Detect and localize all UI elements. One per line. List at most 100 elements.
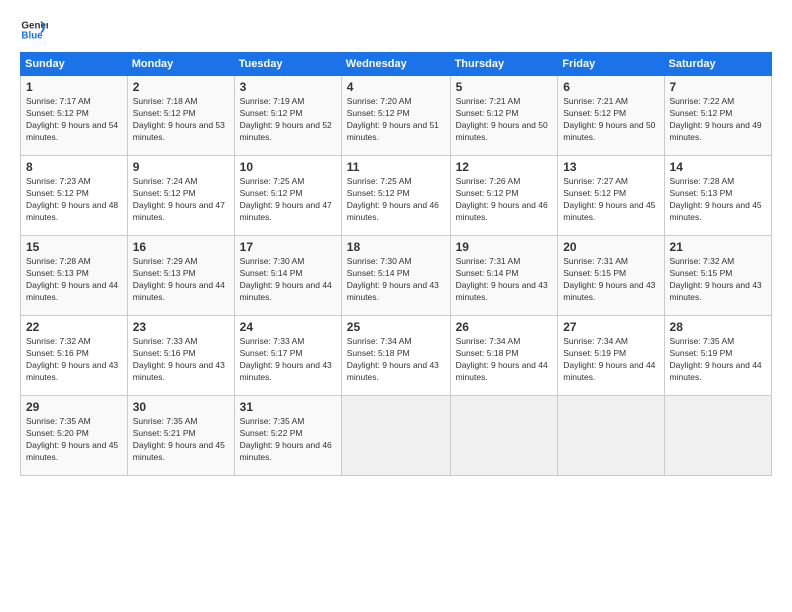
day-info: Sunrise: 7:33 AMSunset: 5:17 PMDaylight:… [240, 336, 336, 384]
calendar-cell: 25 Sunrise: 7:34 AMSunset: 5:18 PMDayligh… [341, 316, 450, 396]
calendar-cell: 20 Sunrise: 7:31 AMSunset: 5:15 PMDayligh… [558, 236, 664, 316]
day-number: 7 [670, 80, 766, 94]
day-number: 25 [347, 320, 445, 334]
calendar-cell: 26Sunrise: 7:34 AMSunset: 5:18 PMDayligh… [450, 316, 558, 396]
calendar-cell: 5 Sunrise: 7:21 AMSunset: 5:12 PMDaylight… [450, 76, 558, 156]
calendar-header-row: SundayMondayTuesdayWednesdayThursdayFrid… [21, 53, 772, 76]
calendar-week-row: 15 Sunrise: 7:28 AMSunset: 5:13 PMDayligh… [21, 236, 772, 316]
calendar-header-friday: Friday [558, 53, 664, 76]
day-number: 6 [563, 80, 658, 94]
day-info: Sunrise: 7:22 AMSunset: 5:12 PMDaylight:… [670, 96, 766, 144]
day-info: Sunrise: 7:35 AMSunset: 5:19 PMDaylight:… [670, 336, 766, 384]
day-info: Sunrise: 7:26 AMSunset: 5:12 PMDaylight:… [456, 176, 553, 224]
day-info: Sunrise: 7:35 AMSunset: 5:20 PMDaylight:… [26, 416, 122, 464]
day-info: Sunrise: 7:28 AMSunset: 5:13 PMDaylight:… [26, 256, 122, 304]
calendar-cell: 22 Sunrise: 7:32 AMSunset: 5:16 PMDayligh… [21, 316, 128, 396]
day-number: 15 [26, 240, 122, 254]
day-number: 22 [26, 320, 122, 334]
calendar-cell: 2Sunrise: 7:18 AMSunset: 5:12 PMDaylight… [127, 76, 234, 156]
header: General Blue [20, 16, 772, 44]
day-number: 9 [133, 160, 229, 174]
calendar-header-thursday: Thursday [450, 53, 558, 76]
day-info: Sunrise: 7:21 AMSunset: 5:12 PMDaylight:… [456, 96, 553, 144]
calendar-week-row: 29Sunrise: 7:35 AMSunset: 5:20 PMDayligh… [21, 396, 772, 476]
day-info: Sunrise: 7:32 AMSunset: 5:16 PMDaylight:… [26, 336, 122, 384]
calendar-cell: 8 Sunrise: 7:23 AMSunset: 5:12 PMDaylight… [21, 156, 128, 236]
day-number: 17 [240, 240, 336, 254]
calendar-cell: 13 Sunrise: 7:27 AMSunset: 5:12 PMDayligh… [558, 156, 664, 236]
calendar-cell: 30Sunrise: 7:35 AMSunset: 5:21 PMDayligh… [127, 396, 234, 476]
calendar-cell: 10 Sunrise: 7:25 AMSunset: 5:12 PMDayligh… [234, 156, 341, 236]
day-info: Sunrise: 7:34 AMSunset: 5:19 PMDaylight:… [563, 336, 658, 384]
calendar-cell: 31Sunrise: 7:35 AMSunset: 5:22 PMDayligh… [234, 396, 341, 476]
calendar-cell [664, 396, 771, 476]
calendar-cell: 1 Sunrise: 7:17 AMSunset: 5:12 PMDaylight… [21, 76, 128, 156]
day-number: 5 [456, 80, 553, 94]
day-number: 1 [26, 80, 122, 94]
calendar-cell: 9 Sunrise: 7:24 AMSunset: 5:12 PMDaylight… [127, 156, 234, 236]
calendar-header-sunday: Sunday [21, 53, 128, 76]
day-number: 27 [563, 320, 658, 334]
calendar-header-monday: Monday [127, 53, 234, 76]
day-info: Sunrise: 7:27 AMSunset: 5:12 PMDaylight:… [563, 176, 658, 224]
calendar-cell: 12 Sunrise: 7:26 AMSunset: 5:12 PMDayligh… [450, 156, 558, 236]
calendar-page: General Blue SundayMondayTuesdayWednesda… [0, 0, 792, 612]
day-info: Sunrise: 7:23 AMSunset: 5:12 PMDaylight:… [26, 176, 122, 224]
day-info: Sunrise: 7:31 AMSunset: 5:14 PMDaylight:… [456, 256, 553, 304]
day-number: 28 [670, 320, 766, 334]
day-info: Sunrise: 7:35 AMSunset: 5:21 PMDaylight:… [133, 416, 229, 464]
calendar-table: SundayMondayTuesdayWednesdayThursdayFrid… [20, 52, 772, 476]
logo-icon: General Blue [20, 16, 48, 44]
calendar-cell: 15 Sunrise: 7:28 AMSunset: 5:13 PMDayligh… [21, 236, 128, 316]
day-info: Sunrise: 7:31 AMSunset: 5:15 PMDaylight:… [563, 256, 658, 304]
day-number: 18 [347, 240, 445, 254]
calendar-cell: 24 Sunrise: 7:33 AMSunset: 5:17 PMDayligh… [234, 316, 341, 396]
calendar-cell: 3 Sunrise: 7:19 AMSunset: 5:12 PMDaylight… [234, 76, 341, 156]
day-info: Sunrise: 7:32 AMSunset: 5:15 PMDaylight:… [670, 256, 766, 304]
calendar-cell: 16Sunrise: 7:29 AMSunset: 5:13 PMDayligh… [127, 236, 234, 316]
calendar-cell: 23 Sunrise: 7:33 AMSunset: 5:16 PMDayligh… [127, 316, 234, 396]
calendar-cell: 14 Sunrise: 7:28 AMSunset: 5:13 PMDayligh… [664, 156, 771, 236]
logo: General Blue [20, 16, 52, 44]
day-info: Sunrise: 7:17 AMSunset: 5:12 PMDaylight:… [26, 96, 122, 144]
day-number: 10 [240, 160, 336, 174]
day-info: Sunrise: 7:19 AMSunset: 5:12 PMDaylight:… [240, 96, 336, 144]
calendar-cell: 17 Sunrise: 7:30 AMSunset: 5:14 PMDayligh… [234, 236, 341, 316]
day-number: 12 [456, 160, 553, 174]
calendar-header-wednesday: Wednesday [341, 53, 450, 76]
day-info: Sunrise: 7:25 AMSunset: 5:12 PMDaylight:… [240, 176, 336, 224]
day-info: Sunrise: 7:18 AMSunset: 5:12 PMDaylight:… [133, 96, 229, 144]
calendar-cell: 29Sunrise: 7:35 AMSunset: 5:20 PMDayligh… [21, 396, 128, 476]
day-number: 16 [133, 240, 229, 254]
day-info: Sunrise: 7:24 AMSunset: 5:12 PMDaylight:… [133, 176, 229, 224]
day-number: 13 [563, 160, 658, 174]
day-number: 31 [240, 400, 336, 414]
day-number: 21 [670, 240, 766, 254]
calendar-header-tuesday: Tuesday [234, 53, 341, 76]
calendar-cell: 6Sunrise: 7:21 AMSunset: 5:12 PMDaylight… [558, 76, 664, 156]
calendar-week-row: 22 Sunrise: 7:32 AMSunset: 5:16 PMDayligh… [21, 316, 772, 396]
calendar-cell: 7 Sunrise: 7:22 AMSunset: 5:12 PMDaylight… [664, 76, 771, 156]
day-info: Sunrise: 7:25 AMSunset: 5:12 PMDaylight:… [347, 176, 445, 224]
calendar-week-row: 1 Sunrise: 7:17 AMSunset: 5:12 PMDaylight… [21, 76, 772, 156]
day-number: 3 [240, 80, 336, 94]
calendar-cell: 28 Sunrise: 7:35 AMSunset: 5:19 PMDayligh… [664, 316, 771, 396]
calendar-cell: 11Sunrise: 7:25 AMSunset: 5:12 PMDayligh… [341, 156, 450, 236]
calendar-header-saturday: Saturday [664, 53, 771, 76]
day-number: 20 [563, 240, 658, 254]
calendar-cell: 27 Sunrise: 7:34 AMSunset: 5:19 PMDayligh… [558, 316, 664, 396]
calendar-cell [341, 396, 450, 476]
day-info: Sunrise: 7:30 AMSunset: 5:14 PMDaylight:… [240, 256, 336, 304]
calendar-cell: 18 Sunrise: 7:30 AMSunset: 5:14 PMDayligh… [341, 236, 450, 316]
day-number: 24 [240, 320, 336, 334]
calendar-cell: 21 Sunrise: 7:32 AMSunset: 5:15 PMDayligh… [664, 236, 771, 316]
day-number: 19 [456, 240, 553, 254]
day-info: Sunrise: 7:28 AMSunset: 5:13 PMDaylight:… [670, 176, 766, 224]
day-info: Sunrise: 7:30 AMSunset: 5:14 PMDaylight:… [347, 256, 445, 304]
day-info: Sunrise: 7:33 AMSunset: 5:16 PMDaylight:… [133, 336, 229, 384]
day-number: 23 [133, 320, 229, 334]
calendar-cell: 19 Sunrise: 7:31 AMSunset: 5:14 PMDayligh… [450, 236, 558, 316]
day-info: Sunrise: 7:34 AMSunset: 5:18 PMDaylight:… [347, 336, 445, 384]
day-number: 14 [670, 160, 766, 174]
day-number: 8 [26, 160, 122, 174]
